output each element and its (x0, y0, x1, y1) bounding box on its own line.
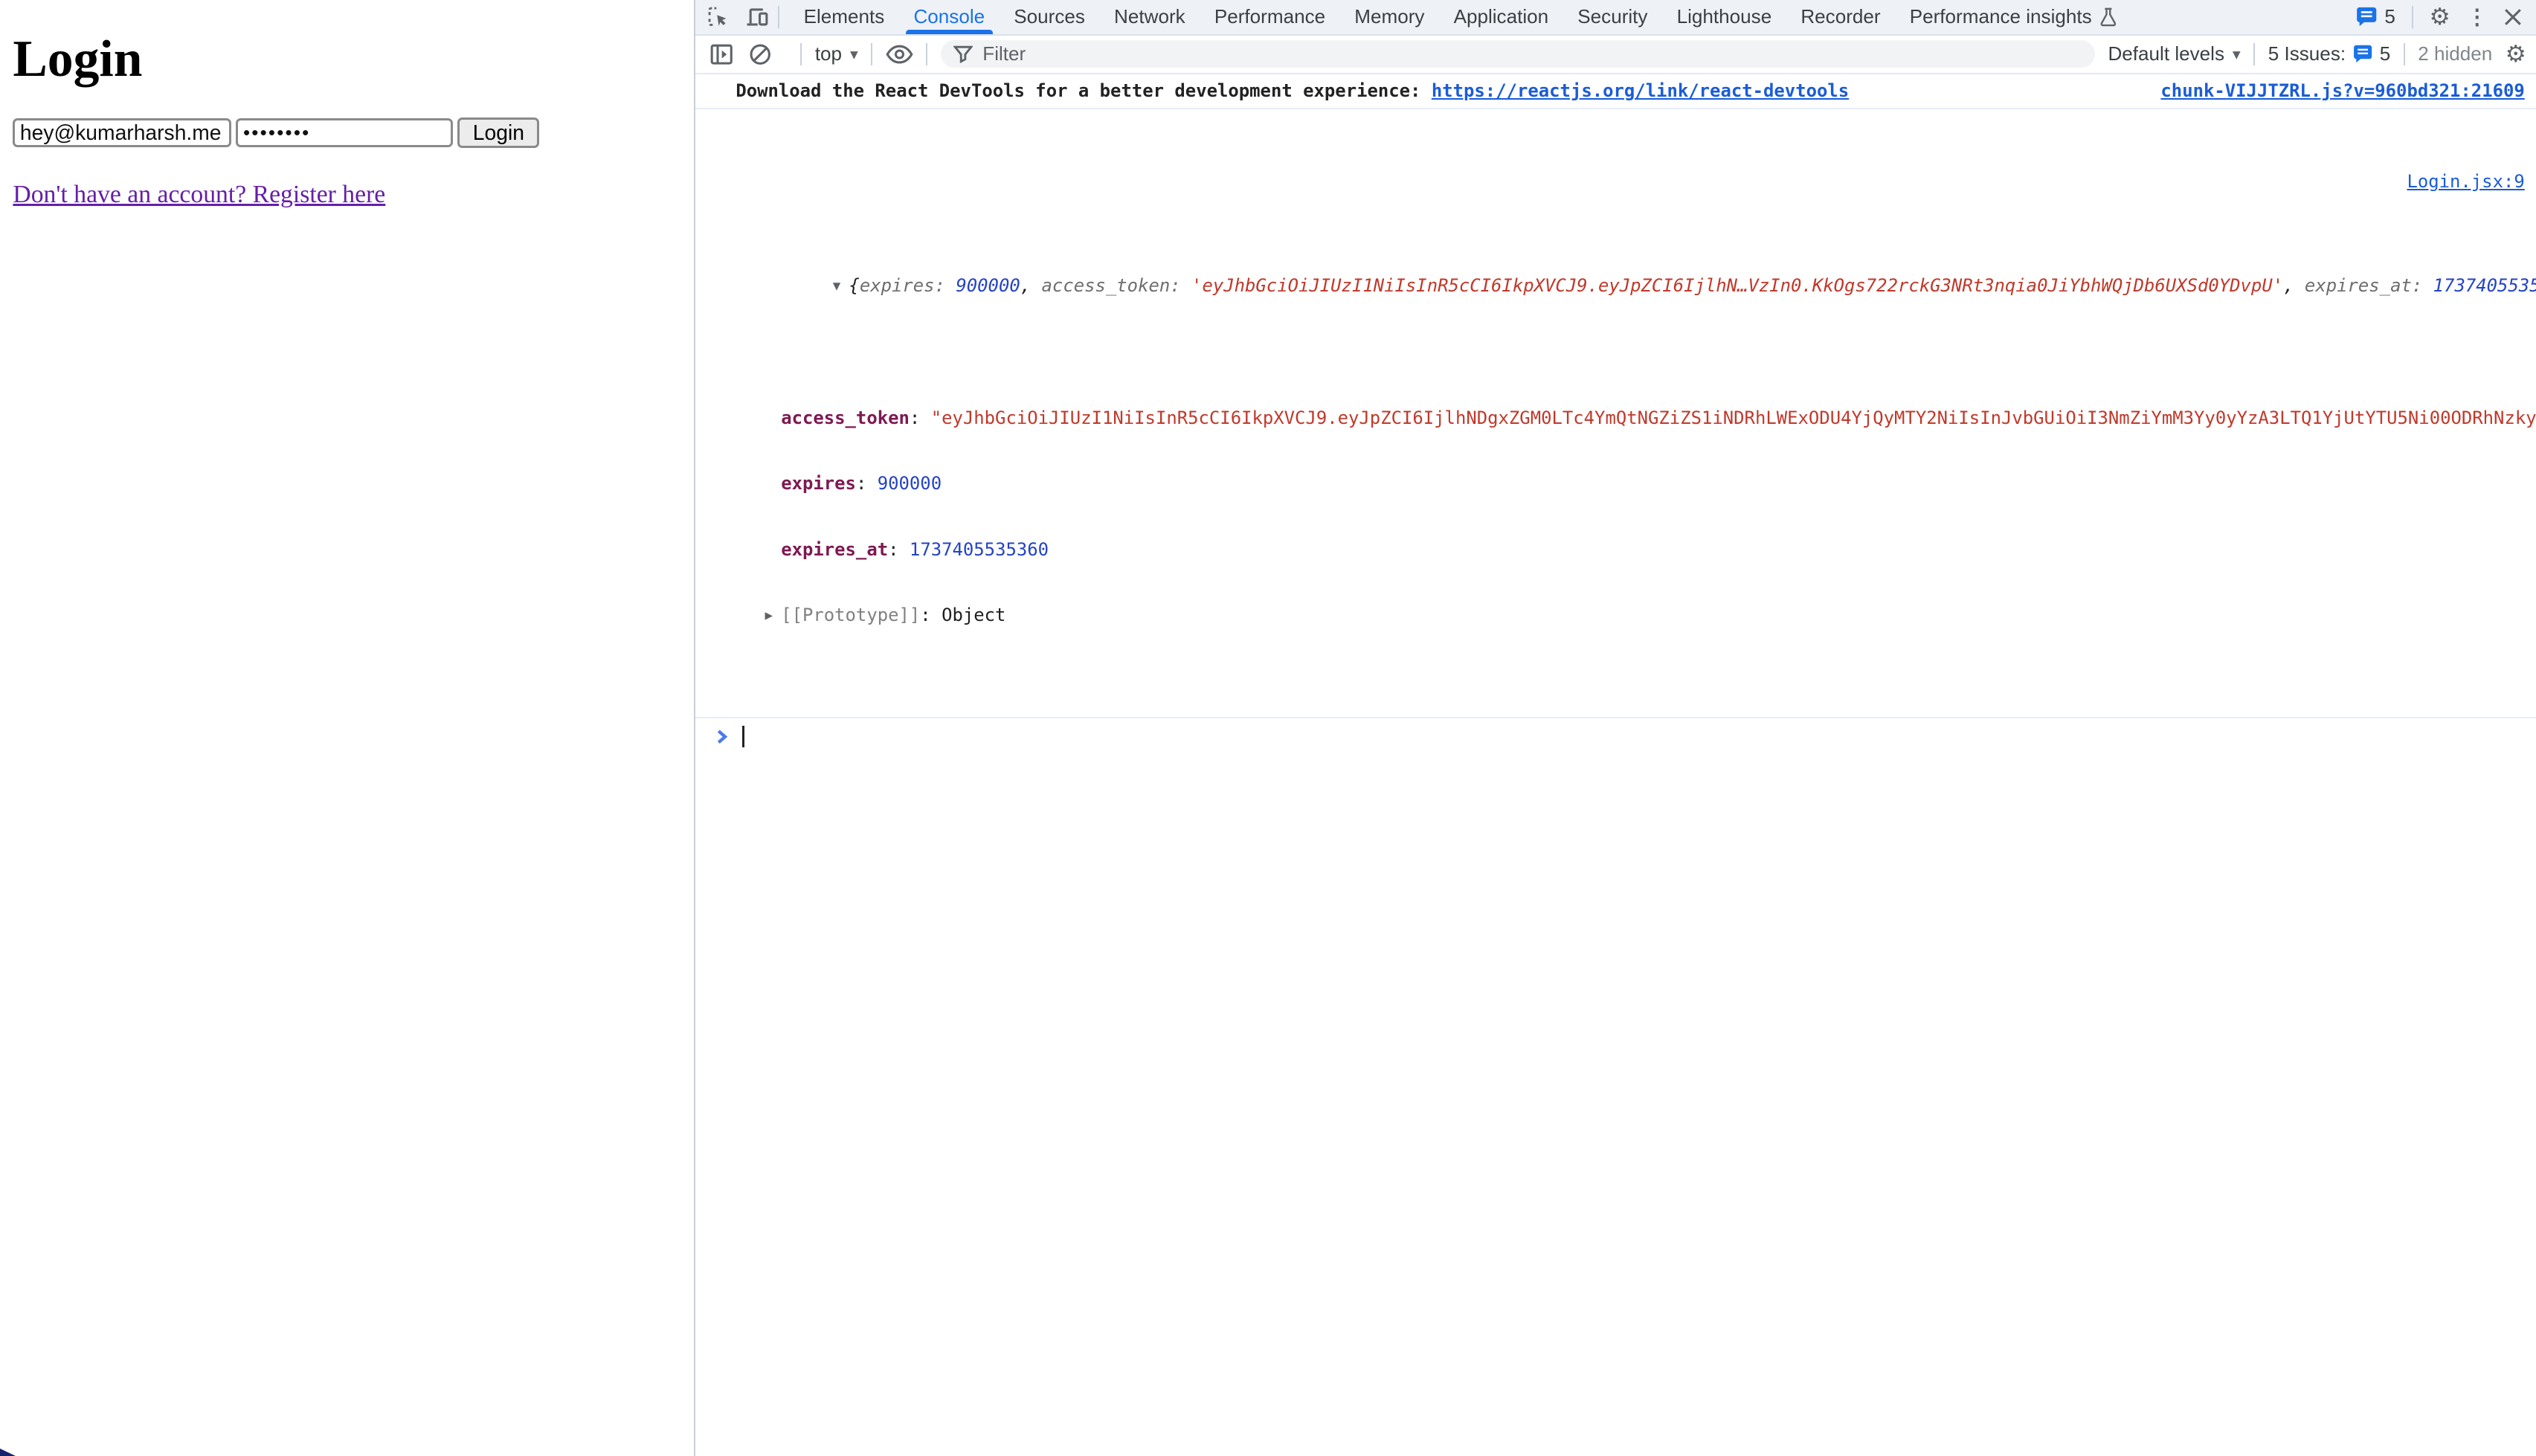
tab-lighthouse[interactable]: Lighthouse (1662, 0, 1786, 34)
console-messages: Download the React DevTools for a better… (695, 74, 2536, 1456)
tab-console[interactable]: Console (899, 0, 1000, 34)
more-options-icon[interactable]: ⋮ (2467, 4, 2488, 29)
close-icon[interactable] (2504, 8, 2522, 26)
console-info-message: Download the React DevTools for a better… (695, 74, 2536, 109)
prop-prototype: ▶[[Prototype]]: Object (765, 603, 2524, 629)
clear-console-icon[interactable] (749, 43, 771, 65)
filter-field[interactable] (941, 40, 2095, 68)
collapse-triangle-icon[interactable]: ▼ (833, 276, 849, 297)
console-toolbar: top Default levels 5 Issues: (695, 36, 2536, 74)
tab-elements[interactable]: Elements (789, 0, 899, 34)
inspect-element-icon[interactable] (707, 5, 731, 30)
prompt-chevron-icon (716, 729, 731, 744)
prop-access-token: access_token: "eyJhbGciOiJIUzI1NiIsInR5c… (781, 406, 2525, 431)
issues-bubble-icon (2352, 45, 2373, 64)
object-preview-line: ▼{expires: 900000, access_token: 'eyJhbG… (747, 254, 2525, 318)
devtools-tabbar: Elements Console Sources Network Perform… (695, 0, 2536, 36)
tabbar-left-icons (695, 0, 778, 34)
issues-summary[interactable]: 5 Issues: 5 (2268, 42, 2391, 65)
tab-memory[interactable]: Memory (1340, 0, 1439, 34)
experiment-flask-icon (2100, 7, 2117, 27)
console-prompt[interactable] (695, 718, 2536, 753)
log-levels-dropdown[interactable]: Default levels (2108, 42, 2240, 65)
devtools-tabs: Elements Console Sources Network Perform… (789, 0, 2131, 34)
console-sidebar-icon[interactable] (710, 44, 733, 65)
email-field[interactable] (13, 118, 231, 147)
login-page: Login Login Don't have an account? Regis… (0, 0, 694, 1456)
issues-counter[interactable]: 5 (2355, 5, 2395, 28)
log-source-link[interactable]: Login.jsx:9 (2407, 171, 2524, 192)
object-properties: access_token: "eyJhbGciOiJIUzI1NiIsInR5c… (781, 364, 2525, 671)
live-expression-eye-icon[interactable] (886, 45, 913, 64)
issues-bubble-icon (2355, 7, 2378, 28)
prop-expires: expires: 900000 (781, 471, 2525, 496)
page-title: Login (13, 32, 694, 86)
filter-input[interactable] (982, 42, 2082, 65)
message-text: Download the React DevTools for a better… (736, 80, 1432, 101)
corner-badge (0, 1449, 16, 1456)
message-source-link[interactable]: chunk-VIJJTZRL.js?v=960bd321:21609 (2160, 80, 2524, 101)
filter-funnel-icon (953, 45, 973, 63)
tab-recorder[interactable]: Recorder (1786, 0, 1895, 34)
tabbar-separator (778, 6, 779, 28)
devtools-panel: Elements Console Sources Network Perform… (694, 0, 2536, 1456)
register-link[interactable]: Don't have an account? Register here (13, 181, 385, 209)
toolbar-right: Default levels 5 Issues: 5 2 hidden ⚙ (2108, 42, 2526, 66)
settings-gear-icon[interactable]: ⚙ (2430, 5, 2450, 29)
tab-network[interactable]: Network (1099, 0, 1200, 34)
tab-performance[interactable]: Performance (1200, 0, 1339, 34)
text-cursor (742, 726, 744, 747)
tab-application[interactable]: Application (1439, 0, 1563, 34)
prop-expires-at: expires_at: 1737405535360 (781, 538, 2525, 562)
tab-sources[interactable]: Sources (1000, 0, 1100, 34)
tab-performance-insights[interactable]: Performance insights (1895, 0, 2131, 34)
context-selector[interactable]: top (815, 42, 858, 65)
login-button[interactable]: Login (457, 117, 539, 148)
hidden-messages-label: 2 hidden (2418, 42, 2492, 65)
tab-security[interactable]: Security (1563, 0, 1662, 34)
expand-triangle-icon[interactable]: ▶ (765, 604, 781, 629)
password-field[interactable] (236, 118, 452, 147)
login-form: Login (13, 117, 694, 148)
console-object-log: Login.jsx:9 ▼{expires: 900000, access_to… (695, 109, 2536, 719)
console-settings-gear-icon[interactable]: ⚙ (2506, 42, 2526, 66)
tabbar-right-icons: 5 ⚙ ⋮ (2355, 0, 2536, 34)
react-devtools-link[interactable]: https://reactjs.org/link/react-devtools (1432, 80, 1849, 101)
device-toolbar-icon[interactable] (745, 6, 770, 28)
